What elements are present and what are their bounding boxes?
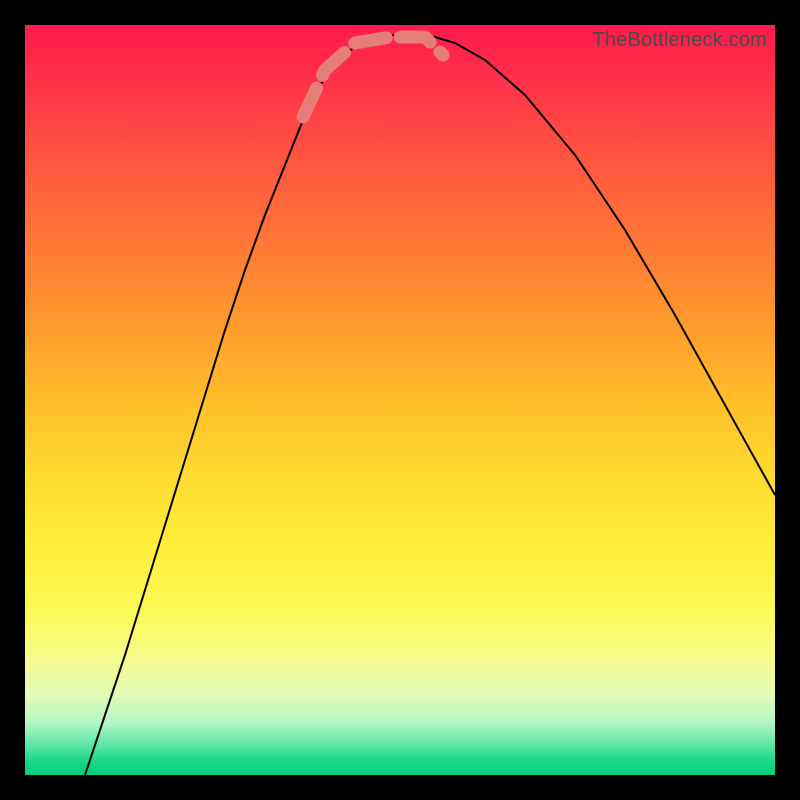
plot-area: TheBottleneck.com xyxy=(25,25,775,775)
marker-layer xyxy=(25,25,775,775)
optimal-range-marker xyxy=(303,37,443,117)
watermark-text: TheBottleneck.com xyxy=(592,29,767,52)
outer-frame: TheBottleneck.com xyxy=(0,0,800,800)
